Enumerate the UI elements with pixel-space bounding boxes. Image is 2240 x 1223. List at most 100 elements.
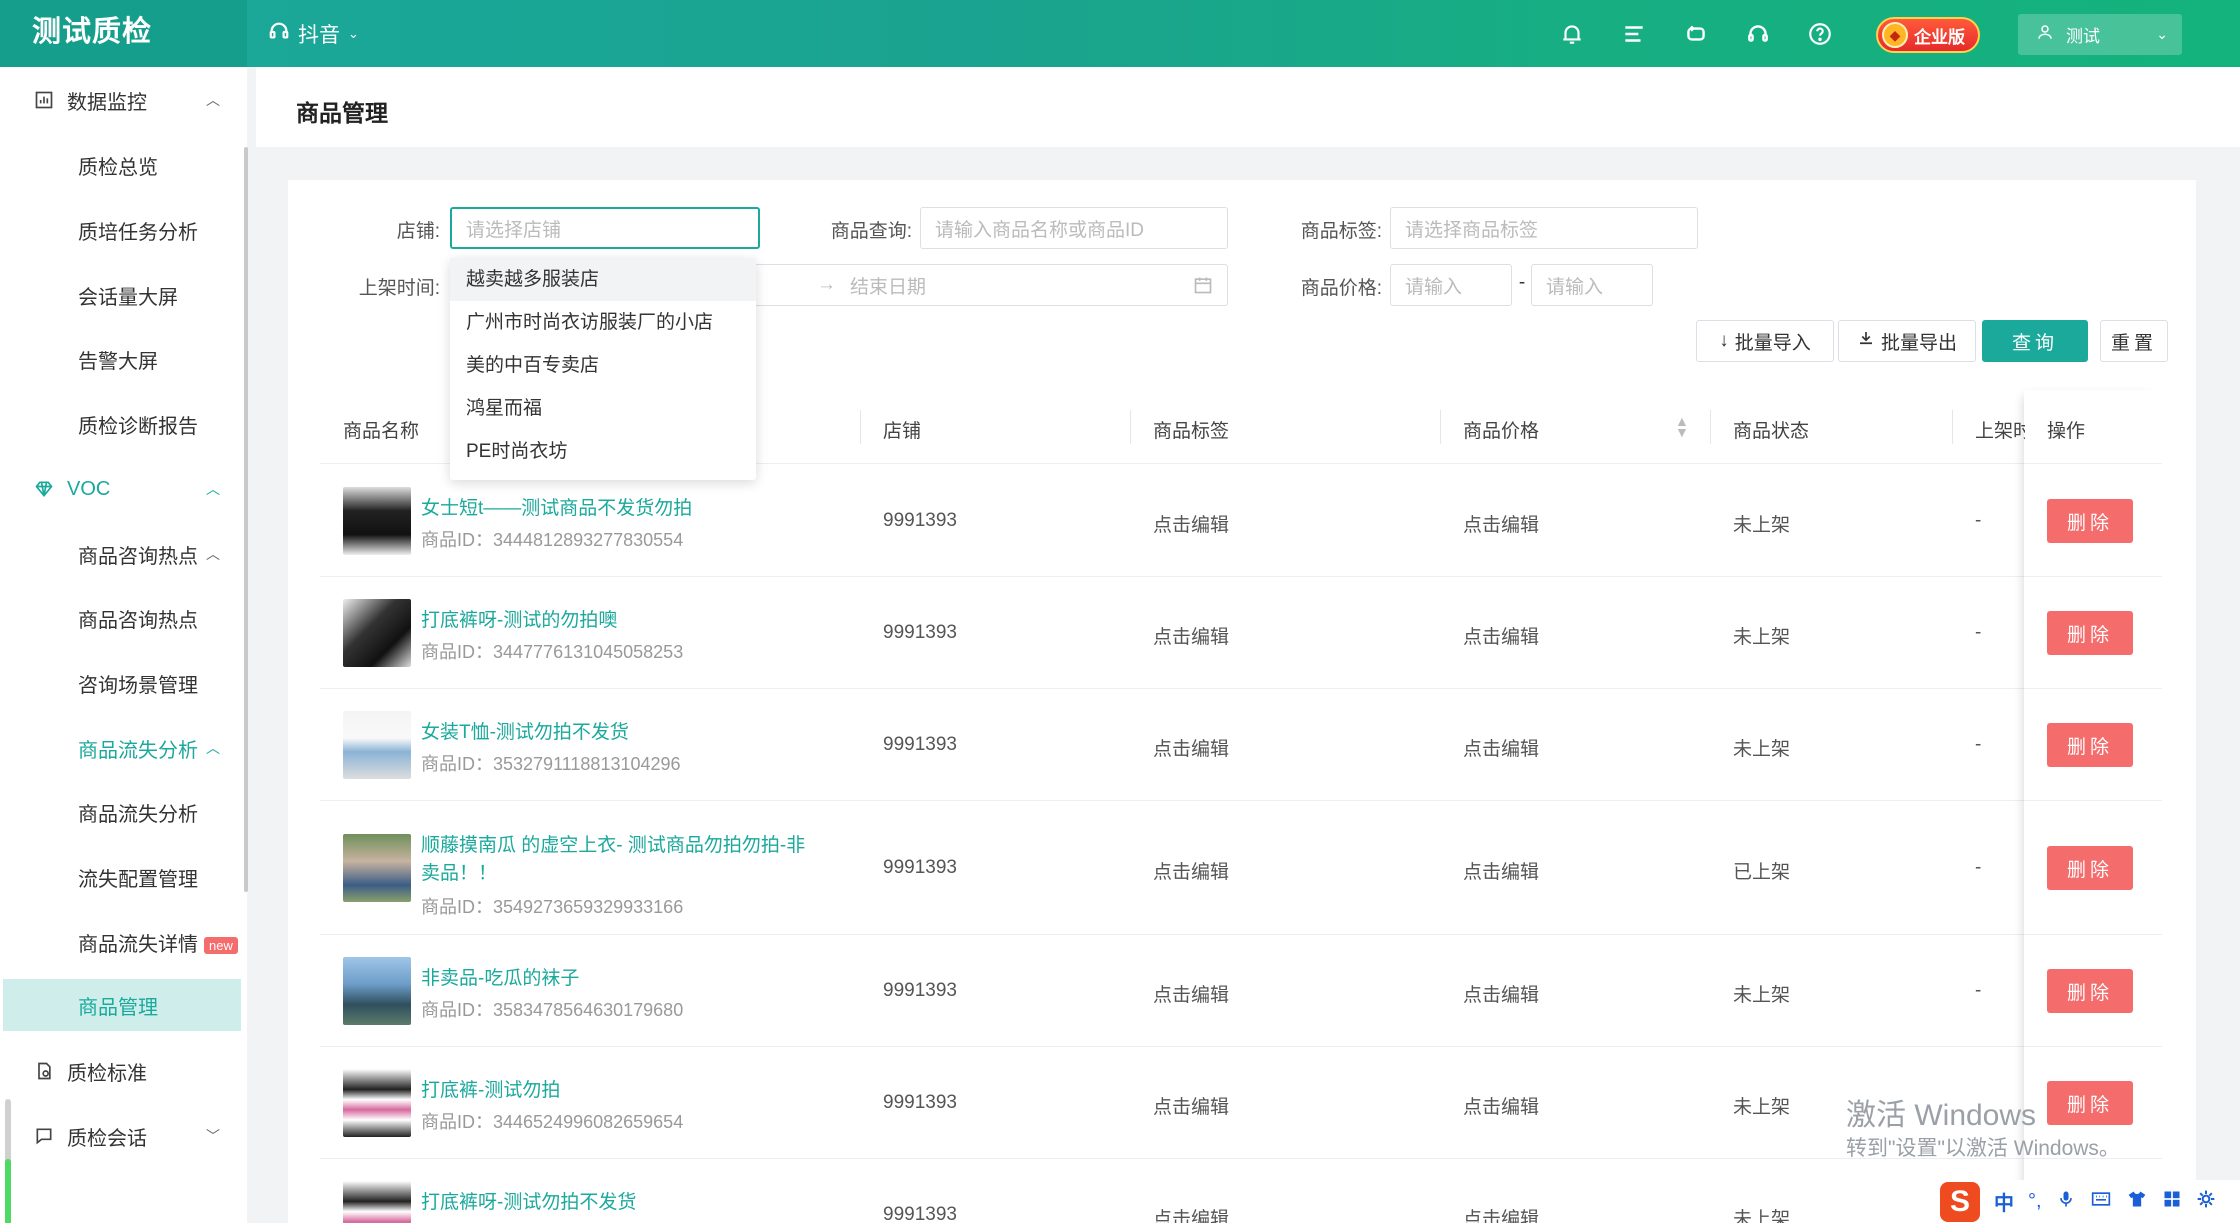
product-thumbnail[interactable]	[343, 487, 411, 555]
product-thumbnail[interactable]	[343, 834, 411, 902]
app-logo[interactable]: 测试质检	[0, 0, 247, 67]
product-id: 商品ID：3549273659329933166	[421, 897, 684, 917]
sidebar-item-churn-analysis[interactable]: 商品流失分析	[0, 780, 242, 844]
microphone-icon[interactable]	[2056, 1188, 2076, 1216]
sidebar-item-label: 告警大屏	[78, 350, 158, 373]
product-thumbnail[interactable]	[343, 1181, 411, 1223]
skin-icon[interactable]	[2126, 1189, 2148, 1215]
tag-edit-link[interactable]: 点击编辑	[1153, 1204, 1229, 1223]
delete-button[interactable]: 删除	[2047, 723, 2133, 767]
batch-import-button[interactable]: ↓ 批量导入	[1696, 320, 1834, 362]
tag-select[interactable]: 请选择商品标签	[1390, 207, 1698, 249]
sidebar-item-label: 商品管理	[78, 996, 158, 1019]
user-name: 测试	[2066, 27, 2100, 46]
tag-edit-link[interactable]: 点击编辑	[1153, 980, 1229, 1007]
product-name-link[interactable]: 打底裤呀-测试勿拍不发货	[421, 1189, 821, 1217]
sidebar-item-session-screen[interactable]: 会话量大屏	[0, 263, 242, 327]
ime-mode[interactable]: 中	[1994, 1187, 2014, 1216]
sogou-icon[interactable]: S	[1940, 1181, 1980, 1222]
top-header: 测试质检 抖音 ⌄ ◆ 企业版 测试 ⌄	[0, 0, 2240, 67]
sidebar-scrollbar[interactable]	[244, 147, 248, 892]
product-thumbnail[interactable]	[343, 599, 411, 667]
sidebar-item-churn-group[interactable]: 商品流失分析 ︿	[0, 716, 242, 780]
sidebar-item-label: 质检诊断报告	[78, 415, 198, 438]
delete-button[interactable]: 删除	[2047, 611, 2133, 655]
time-cell: -	[1975, 510, 1982, 531]
settings-icon[interactable]	[2196, 1189, 2216, 1215]
reset-button[interactable]: 重置	[2100, 320, 2168, 362]
platform-selector[interactable]: 抖音 ⌄	[268, 19, 359, 49]
delete-button[interactable]: 删除	[2047, 499, 2133, 543]
dropdown-option[interactable]: PE时尚衣坊	[450, 430, 756, 473]
price-edit-link[interactable]: 点击编辑	[1463, 510, 1539, 537]
price-edit-link[interactable]: 点击编辑	[1463, 857, 1539, 884]
tag-edit-link[interactable]: 点击编辑	[1153, 734, 1229, 761]
sort-icon[interactable]: ▲ ▼	[1675, 414, 1689, 439]
shop-select[interactable]: 请选择店铺	[450, 207, 760, 249]
sidebar-item-consult-hot[interactable]: 商品咨询热点	[0, 586, 242, 650]
tag-edit-link[interactable]: 点击编辑	[1153, 857, 1229, 884]
sidebar-item-data-monitor[interactable]: 数据监控 ︿	[0, 68, 242, 132]
time-cell: -	[1975, 622, 1982, 643]
sidebar-item-label: 质培任务分析	[78, 221, 198, 244]
sidebar-item-alert-screen[interactable]: 告警大屏	[0, 327, 242, 391]
product-name-link[interactable]: 女士短t——测试商品不发货勿拍	[421, 495, 821, 523]
product-name-link[interactable]: 打底裤-测试勿拍	[421, 1077, 821, 1105]
bell-icon[interactable]	[1556, 18, 1588, 50]
product-thumbnail[interactable]	[343, 711, 411, 779]
product-thumbnail[interactable]	[343, 957, 411, 1025]
sidebar-item-qc-session[interactable]: 质检会话 ﹀	[0, 1104, 242, 1168]
column-action: 操作	[2047, 421, 2086, 442]
sidebar-item-churn-config[interactable]: 流失配置管理	[0, 845, 242, 909]
user-menu[interactable]: 测试 ⌄	[2018, 14, 2182, 55]
headset-icon[interactable]	[1742, 18, 1774, 50]
price-edit-link[interactable]: 点击编辑	[1463, 734, 1539, 761]
price-min-input[interactable]: 请输入	[1390, 264, 1512, 306]
column-price[interactable]: 商品价格	[1463, 416, 1539, 443]
sidebar-item-scene-manage[interactable]: 咨询场景管理	[0, 651, 242, 715]
price-edit-link[interactable]: 点击编辑	[1463, 1092, 1539, 1119]
product-name-link[interactable]: 打底裤呀-测试的勿拍噢	[421, 607, 821, 635]
price-edit-link[interactable]: 点击编辑	[1463, 1204, 1539, 1223]
batch-export-button[interactable]: 批量导出	[1838, 320, 1976, 362]
sidebar-item-training[interactable]: 质培任务分析	[0, 198, 242, 262]
column-divider	[1440, 410, 1441, 444]
dropdown-option[interactable]: 鸿星而福	[450, 387, 756, 430]
price-edit-link[interactable]: 点击编辑	[1463, 980, 1539, 1007]
switch-icon[interactable]	[1680, 18, 1712, 50]
sidebar-item-churn-detail[interactable]: 商品流失详情 new	[0, 910, 242, 974]
tag-edit-link[interactable]: 点击编辑	[1153, 1092, 1229, 1119]
enterprise-badge[interactable]: ◆ 企业版	[1876, 17, 1980, 53]
product-thumbnail[interactable]	[343, 1069, 411, 1137]
toolbox-icon[interactable]	[2162, 1189, 2182, 1215]
sidebar-item-label: 质检会话	[67, 1127, 147, 1150]
price-max-input[interactable]: 请输入	[1531, 264, 1653, 306]
dropdown-option[interactable]: 美的中百专卖店	[450, 344, 756, 387]
delete-button[interactable]: 删除	[2047, 846, 2133, 890]
product-search-input[interactable]: 请输入商品名称或商品ID	[920, 207, 1228, 249]
punctuation-icon[interactable]: °,	[2028, 1190, 2042, 1213]
time-cell: -	[1975, 857, 1982, 878]
product-name-link[interactable]: 顺藤摸南瓜 的虚空上衣- 测试商品勿拍勿拍-非卖品！！	[421, 832, 821, 888]
tag-edit-link[interactable]: 点击编辑	[1153, 622, 1229, 649]
price-edit-link[interactable]: 点击编辑	[1463, 622, 1539, 649]
sidebar-item-qc-standard[interactable]: 质检标准	[0, 1039, 242, 1103]
query-button[interactable]: 查询	[1982, 320, 2088, 362]
delete-button[interactable]: 删除	[2047, 969, 2133, 1013]
product-name-link[interactable]: 女装T恤-测试勿拍不发货	[421, 719, 821, 747]
delete-button[interactable]: 删除	[2047, 1081, 2133, 1125]
product-name-link[interactable]: 非卖品-吃瓜的袜子	[421, 965, 821, 993]
list-icon[interactable]	[1618, 18, 1650, 50]
tag-edit-link[interactable]: 点击编辑	[1153, 510, 1229, 537]
shop-label: 店铺:	[396, 221, 440, 242]
dropdown-option[interactable]: 广州市时尚衣访服装厂的小店	[450, 301, 756, 344]
sidebar-item-text: 商品流失详情	[78, 933, 198, 956]
sidebar-item-consult-hot-group[interactable]: 商品咨询热点 ︿	[0, 522, 242, 586]
dropdown-option[interactable]: 越卖越多服装店	[450, 258, 756, 301]
keyboard-icon[interactable]	[2090, 1189, 2112, 1215]
sidebar-item-voc[interactable]: VOC ︿	[0, 457, 242, 521]
help-icon[interactable]	[1804, 18, 1836, 50]
sidebar-item-product-manage[interactable]: 商品管理	[3, 979, 241, 1031]
sidebar-item-overview[interactable]: 质检总览	[0, 133, 242, 197]
sidebar-item-diagnosis[interactable]: 质检诊断报告	[0, 392, 242, 456]
